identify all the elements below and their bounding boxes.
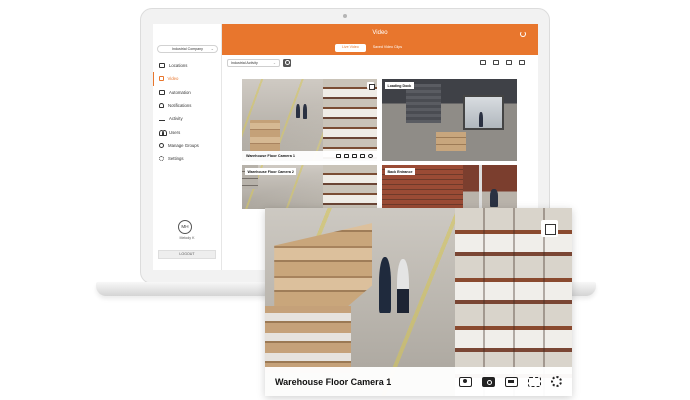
camera-name: Warehouse Floor Camera 1 (275, 376, 392, 387)
gear-icon (159, 156, 164, 162)
grid-layout-icon[interactable] (480, 59, 486, 65)
gear-icon[interactable] (551, 376, 562, 387)
bell-icon (159, 103, 164, 109)
gear-icon[interactable] (368, 154, 373, 158)
groups-icon (159, 142, 164, 148)
sidebar-item-activity[interactable]: Activity (153, 112, 221, 125)
chevron-down-icon: ⌄ (272, 60, 276, 65)
chevron-down-icon: ⌄ (210, 46, 214, 51)
dock-door (406, 83, 442, 124)
automation-icon (159, 89, 165, 95)
layout-switcher (480, 59, 525, 65)
activity-filter-value: Industrial Activity (231, 60, 258, 65)
camera-tile-warehouse-floor-2[interactable]: Warehouse Floor Camera 2 (242, 165, 377, 209)
sidebar-item-label: Activity (169, 116, 183, 122)
activity-icon (159, 116, 165, 122)
person (397, 258, 410, 314)
building-icon (159, 63, 165, 69)
fullscreen-icon[interactable] (360, 154, 365, 158)
user-name: Melody K (179, 236, 195, 240)
sidebar-item-notifications[interactable]: Notifications (153, 99, 221, 112)
tab-saved-video-clips[interactable]: Saved Video Clips (366, 44, 409, 52)
camera-tile-loading-dock[interactable]: Loading Dock (382, 79, 517, 161)
page-title: Video (372, 30, 388, 36)
shelf-racks (323, 79, 377, 161)
camera-name: Warehouse Floor Camera 2 (245, 168, 297, 175)
camera-name: Warehouse Floor Camera 1 (246, 154, 296, 158)
logout-button[interactable]: LOGOUT (158, 250, 216, 259)
search-icon[interactable] (283, 58, 291, 67)
sidebar-item-automation[interactable]: Automation (153, 86, 221, 99)
fullscreen-icon[interactable] (519, 59, 525, 65)
video-toolbar: Industrial Activity ⌄ (222, 55, 538, 70)
sidebar-item-users[interactable]: Users (153, 125, 221, 138)
sidebar-item-label: Notifications (168, 103, 192, 109)
camera-name: Loading Dock (385, 82, 414, 89)
sidebar-item-video[interactable]: Video (153, 72, 221, 86)
record-icon[interactable] (344, 154, 349, 158)
sidebar-item-label: Settings (168, 156, 184, 162)
expand-icon[interactable] (367, 82, 375, 90)
sidebar: Industrial Company ⌄ Locations Video Aut… (153, 24, 222, 270)
camera-tile-footer: Warehouse Floor Camera 1 (242, 151, 377, 161)
camera-tile-back-entrance[interactable]: Back Entrance (382, 165, 517, 209)
sidebar-nav: Locations Video Automation Notifications… (153, 59, 221, 165)
company-select[interactable]: Industrial Company ⌄ (157, 45, 218, 53)
sidebar-item-settings[interactable]: Settings (153, 152, 221, 165)
sidebar-item-label: Manage Groups (168, 142, 199, 148)
pallet-boxes (436, 131, 466, 152)
product-showcase: Industrial Company ⌄ Locations Video Aut… (0, 0, 690, 400)
company-select-value: Industrial Company (172, 47, 203, 51)
video-camera-icon (158, 76, 164, 82)
avatar[interactable]: MH (178, 220, 192, 234)
camera-tile-warehouse-floor-1[interactable]: Warehouse Floor Camera 1 (242, 79, 377, 161)
sidebar-item-label: Locations (169, 63, 188, 69)
dock-window (463, 95, 504, 130)
expand-icon[interactable] (541, 220, 558, 237)
camera-name: Back Entrance (385, 168, 415, 175)
single-layout-icon[interactable] (506, 59, 512, 65)
snapshot-icon[interactable] (336, 154, 341, 158)
sidebar-item-label: Users (169, 129, 181, 135)
sidebar-item-label: Automation (169, 89, 191, 95)
shelf-racks (323, 165, 377, 209)
person (490, 189, 499, 207)
widescreen-icon[interactable] (352, 154, 357, 158)
fullscreen-icon[interactable] (528, 376, 541, 387)
sidebar-item-manage-groups[interactable]: Manage Groups (153, 139, 221, 152)
snapshot-camera-icon[interactable] (459, 376, 472, 387)
video-tabs: Live Video Saved Video Clips (335, 44, 409, 52)
sidebar-item-label: Video (167, 76, 179, 82)
app-header: Video Live Video Saved Video Clips (222, 24, 538, 55)
enlarged-camera-feed[interactable]: Warehouse Floor Camera 1 (265, 208, 572, 396)
refresh-icon[interactable] (520, 31, 526, 37)
camera-feed-footer: Warehouse Floor Camera 1 (265, 367, 572, 396)
tab-live-video[interactable]: Live Video (335, 44, 366, 52)
record-icon[interactable] (482, 376, 495, 387)
person (302, 104, 307, 120)
pipe (479, 165, 483, 209)
person (296, 103, 301, 119)
activity-filter-select[interactable]: Industrial Activity ⌄ (227, 58, 280, 67)
person (479, 111, 484, 127)
users-icon (159, 129, 167, 136)
pallet-boxes (265, 305, 351, 374)
widescreen-icon[interactable] (505, 376, 518, 387)
pallet-boxes (250, 120, 280, 152)
laptop-webcam (343, 14, 347, 18)
sidebar-item-locations[interactable]: Locations (153, 59, 221, 72)
person (378, 256, 391, 314)
split-layout-icon[interactable] (493, 59, 499, 65)
